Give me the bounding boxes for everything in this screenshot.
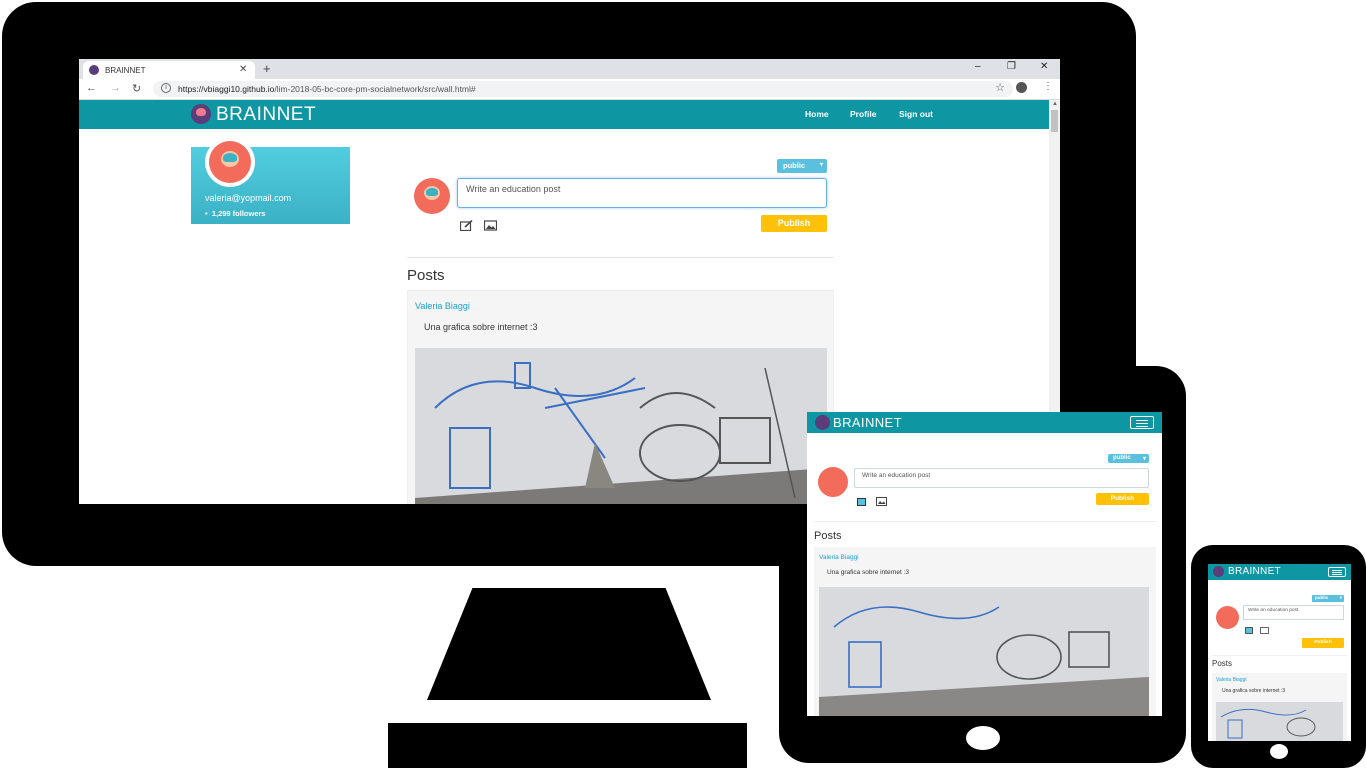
post-photo [1216,702,1343,741]
brain-avatar-icon [209,141,251,183]
nav-sign-out[interactable]: Sign out [899,109,933,119]
tab-strip: BRAINNET ✕ + – ❐ ✕ [79,59,1060,79]
app-navbar: BRAINNET Home Profile Sign out [79,100,1049,129]
nav-profile[interactable]: Profile [850,109,876,119]
tablet-home-button [966,726,1000,750]
publish-button[interactable]: Publish [1096,493,1149,505]
post-card: Valeria Biaggi Una grafica sobre interne… [407,290,834,504]
chevron-down-icon: ▾ [819,162,823,168]
edit-icon[interactable] [1245,627,1254,634]
tablet-screen: BRAINNET public ▾ Write an education post… [807,412,1162,716]
post-input[interactable]: Write an education post [457,178,827,208]
forward-icon[interactable]: → [110,82,121,94]
phone-home-button [1270,744,1288,759]
star-icon[interactable]: ☆ [995,81,1005,94]
post-author-link[interactable]: Valeria Biaggi [819,554,859,561]
reload-icon[interactable]: ↻ [132,82,141,95]
brand-name: BRAINNET [833,415,902,430]
brand-name: BRAINNET [216,104,317,125]
browser-tab[interactable]: BRAINNET ✕ [83,61,255,79]
minimize-button[interactable]: – [975,61,981,72]
publish-button[interactable]: Publish [761,215,827,232]
new-tab-button[interactable]: + [263,61,271,76]
address-bar: ← → ↻ i https://vbiaggi10.github.io/lim-… [79,79,1060,100]
menu-icon[interactable]: ⋮ [1043,81,1053,92]
back-icon[interactable]: ← [86,82,97,94]
phone-screen: BRAINNET public ▾ Write an education post… [1208,564,1351,741]
tab-title: BRAINNET [105,66,146,75]
post-input[interactable]: Write an education post [854,468,1149,488]
brain-logo-icon [191,104,211,124]
profile-email: valeria@yopmail.com [205,193,292,203]
restore-button[interactable]: ❐ [1007,61,1016,72]
post-text: Una grafica sobre internet :3 [424,322,538,332]
hamburger-menu-icon[interactable] [1328,567,1346,577]
image-icon[interactable] [876,497,887,506]
composer-avatar [1216,606,1239,629]
edit-icon[interactable] [857,497,868,506]
publish-button[interactable]: Publish [1302,638,1344,648]
scroll-up-icon[interactable]: ▲ [1052,101,1058,107]
composer-avatar [818,467,848,497]
profile-avatar [205,137,255,187]
tab-close-icon[interactable]: ✕ [239,64,247,75]
post-author-link[interactable]: Valeria Biaggi [1216,677,1246,683]
info-icon[interactable]: i [161,83,171,93]
privacy-select[interactable]: public ▾ [777,159,827,173]
post-text: Una grafica sobre internet :3 [827,569,910,576]
brain-logo-icon [1213,566,1224,577]
brain-favicon-icon [89,65,99,75]
post-card: Valeria Biaggi Una grafica sobre interne… [814,547,1156,716]
brand-name: BRAINNET [1228,566,1281,577]
posts-heading: Posts [407,267,445,284]
profile-followers: • 1,299 followers [205,209,266,218]
divider [814,521,1156,522]
url-text: https://vbiaggi10.github.io/lim-2018-05-… [178,84,476,94]
account-icon[interactable] [1016,82,1027,93]
close-window-button[interactable]: ✕ [1040,61,1048,72]
post-photo [415,348,827,504]
brain-logo-icon [815,415,830,430]
tablet-navbar: BRAINNET [807,412,1162,433]
edit-icon[interactable] [460,220,473,231]
posts-heading: Posts [1212,659,1233,668]
scroll-thumb[interactable] [1051,110,1058,132]
phone-navbar: BRAINNET [1208,564,1351,580]
privacy-select[interactable]: public ▾ [1108,454,1149,463]
divider [407,257,834,258]
nav-home[interactable]: Home [805,109,829,119]
monitor-stand [427,588,711,700]
post-card: Valeria Biaggi Una grafica sobre interne… [1212,673,1347,741]
privacy-select[interactable]: public ▾ [1312,595,1344,602]
url-field[interactable]: i https://vbiaggi10.github.io/lim-2018-0… [153,81,1013,97]
image-icon[interactable] [1260,627,1269,634]
composer-avatar [414,178,450,214]
post-author-link[interactable]: Valeria Biaggi [415,301,470,311]
divider [1212,655,1347,656]
post-photo [819,587,1149,716]
posts-heading: Posts [814,530,842,542]
post-input[interactable]: Write an education post [1243,605,1344,620]
hamburger-menu-icon[interactable] [1130,416,1154,429]
monitor-base [388,723,747,768]
image-icon[interactable] [484,220,497,231]
post-text: Una grafica sobre internet :3 [1222,688,1286,694]
